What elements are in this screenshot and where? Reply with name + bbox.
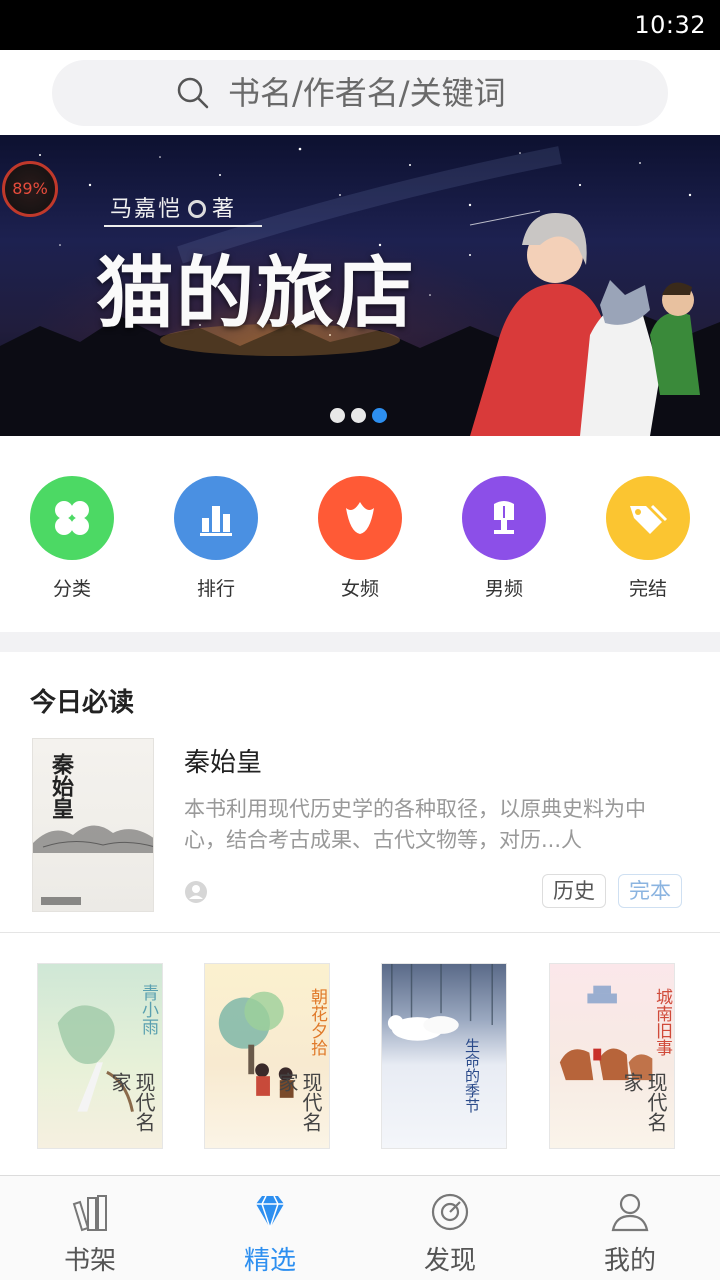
- tab-bookshelf[interactable]: 书架: [30, 1190, 150, 1277]
- compass-icon: [431, 1193, 469, 1231]
- tab-label: 书架: [63, 1246, 116, 1276]
- tulip-icon: [346, 502, 374, 534]
- banner-pagination: [330, 408, 393, 427]
- cover-title: 城南旧事: [652, 988, 672, 1056]
- book-title[interactable]: 秦始皇: [184, 742, 262, 779]
- tab-label: 精选: [243, 1246, 296, 1276]
- category-label: 完结: [628, 578, 667, 600]
- banner-author-name: 马嘉恺: [110, 197, 183, 222]
- tag-icon: [630, 504, 668, 534]
- cover-series: 现代名家: [620, 1072, 668, 1132]
- search-header: [0, 50, 720, 136]
- category-icon-bg: [174, 476, 258, 560]
- cover-illustration: [387, 964, 493, 1041]
- book-carousel: 青小雨 现代名家 朝花夕拾 现代名家 生命的季节 城南旧事 现代名家: [0, 933, 720, 1175]
- category-classify[interactable]: 分类: [12, 476, 132, 601]
- author-underline: [104, 225, 262, 227]
- author-avatar-icon: [185, 881, 207, 903]
- cover-series: 现代名家: [108, 1072, 156, 1132]
- book-card[interactable]: 城南旧事 现代名家: [549, 963, 675, 1149]
- banner-illustration: [470, 213, 700, 436]
- search-bar[interactable]: [52, 60, 668, 126]
- banner-author-suffix: 著: [212, 197, 237, 222]
- category-male[interactable]: 男频: [444, 476, 564, 601]
- banner-dot[interactable]: [351, 408, 366, 423]
- cover-title: 朝花夕拾: [307, 988, 327, 1056]
- book-card[interactable]: 生命的季节: [381, 963, 507, 1149]
- category-grid: 分类 排行 女频 男频 完结: [0, 436, 720, 632]
- search-input[interactable]: [228, 68, 648, 118]
- shield-crest-icon: [494, 501, 514, 534]
- tab-mine[interactable]: 我的: [570, 1190, 690, 1277]
- section-divider: [0, 632, 720, 652]
- cover-mountain-art: [33, 825, 153, 853]
- tag-finished[interactable]: 完本: [618, 874, 682, 908]
- tab-discover[interactable]: 发现: [390, 1190, 510, 1277]
- book-description: 本书利用现代历史学的各种取径，以原典史料为中心，结合考古成果、古代文物等，对历.…: [184, 797, 646, 852]
- book-cover[interactable]: 秦始皇: [32, 738, 154, 912]
- category-female[interactable]: 女频: [300, 476, 420, 601]
- category-label: 排行: [196, 578, 235, 600]
- category-ranking[interactable]: 排行: [156, 476, 276, 601]
- banner-title: 猫的旅店: [96, 248, 417, 339]
- book-card[interactable]: 青小雨 现代名家: [37, 963, 163, 1149]
- tab-label: 发现: [423, 1246, 476, 1276]
- promo-banner[interactable]: 89% 马嘉恺 著 猫的旅店: [0, 135, 720, 436]
- cover-title: 秦始皇: [48, 753, 74, 819]
- tag-history[interactable]: 历史: [542, 874, 606, 908]
- category-label: 男频: [484, 578, 523, 600]
- author-separator-icon: [188, 200, 207, 218]
- today-section: 今日必读 秦始皇 秦始皇 本书利用现代历史学的各种取径，以原典史料为中心，结合考…: [0, 652, 720, 932]
- publisher-logo: [41, 897, 81, 905]
- search-icon: [177, 77, 209, 109]
- category-icon-bg: [318, 476, 402, 560]
- person-icon: [611, 1193, 649, 1232]
- bar-chart-icon: [200, 506, 232, 536]
- status-time: 10:32: [634, 11, 706, 39]
- status-bar: 10:32: [0, 0, 720, 50]
- category-icon-bg: [606, 476, 690, 560]
- category-finished[interactable]: 完结: [588, 476, 708, 601]
- clover-icon: [55, 501, 89, 535]
- cover-series: 现代名家: [275, 1072, 323, 1132]
- section-heading: 今日必读: [30, 688, 135, 718]
- banner-dot[interactable]: [330, 408, 345, 423]
- category-label: 女频: [340, 578, 379, 600]
- tab-label: 我的: [603, 1246, 656, 1276]
- book-card[interactable]: 朝花夕拾 现代名家: [204, 963, 330, 1149]
- diamond-icon: [256, 1195, 284, 1231]
- tab-featured[interactable]: 精选: [210, 1190, 330, 1277]
- bottom-tab-bar: 书架 精选 发现 我的: [0, 1175, 720, 1280]
- banner-dot-active[interactable]: [372, 408, 387, 423]
- category-icon-bg: [30, 476, 114, 560]
- category-icon-bg: [462, 476, 546, 560]
- bookshelf-icon: [72, 1195, 107, 1232]
- category-label: 分类: [52, 578, 91, 600]
- cover-title: 青小雨: [138, 984, 158, 1035]
- progress-badge: 89%: [2, 161, 58, 217]
- banner-author: 马嘉恺 著: [110, 191, 236, 223]
- cover-title: 生命的季节: [463, 1038, 481, 1113]
